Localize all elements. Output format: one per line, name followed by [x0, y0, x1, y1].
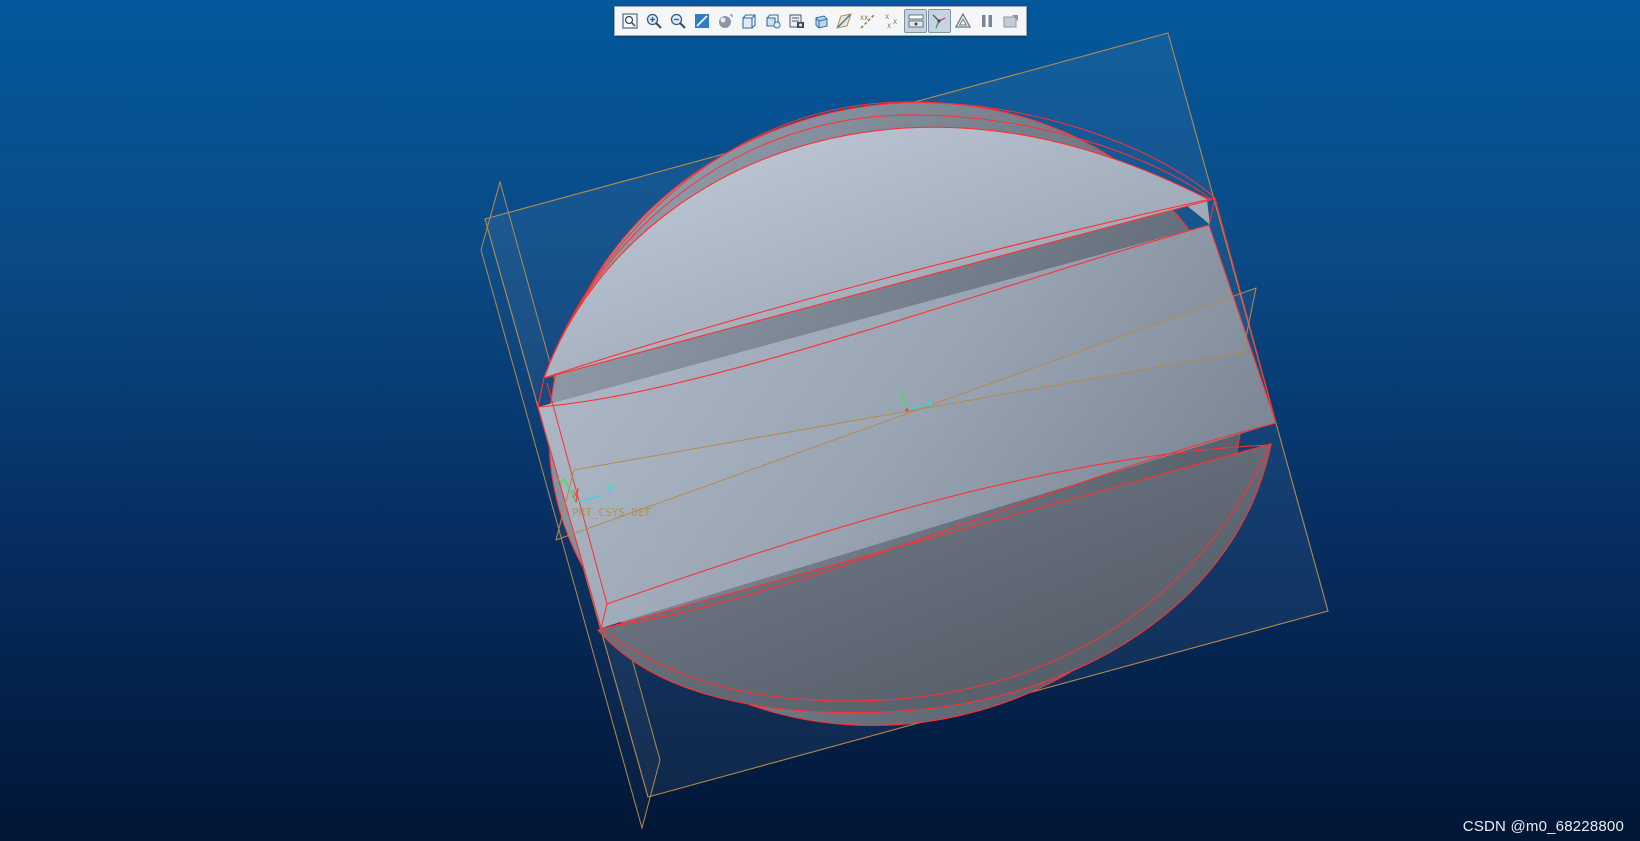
watermark: CSDN @m0_68228800	[1462, 818, 1624, 835]
refit-icon	[622, 13, 638, 29]
snapshot-button[interactable]	[785, 9, 808, 33]
view-manager-button[interactable]	[762, 9, 785, 33]
zoom-in-button[interactable]	[643, 9, 666, 33]
snapshot-icon	[789, 14, 804, 28]
repaint-button[interactable]	[690, 9, 713, 33]
graphics-viewport[interactable]: Z Y X PRT_CSYS_DEF XX X X X CSDN @m0_682…	[0, 0, 1640, 841]
csys-display-button[interactable]	[904, 9, 927, 33]
annotation-display-button[interactable]	[927, 9, 951, 33]
plane-display-icon	[836, 13, 853, 29]
spin-center-button[interactable]	[999, 9, 1022, 33]
pause-button[interactable]	[975, 9, 998, 33]
perspective-view-button[interactable]	[809, 9, 832, 33]
triangle-icon	[955, 12, 972, 28]
orientation-triangle-button[interactable]	[952, 9, 975, 33]
model-scene[interactable]: Z Y X PRT_CSYS_DEF	[0, 0, 1640, 841]
csys-axis-y-label: Y	[557, 478, 565, 489]
repaint-icon	[694, 14, 709, 28]
display-style-icon	[719, 14, 733, 28]
display-style-button[interactable]	[714, 9, 737, 33]
annotation-display-icon	[932, 14, 946, 29]
point-display-icon: XXX	[885, 14, 897, 30]
zoom-in-icon	[646, 13, 662, 29]
refit-button[interactable]	[619, 9, 642, 33]
csys-name-label: PRT_CSYS_DEF	[572, 506, 651, 519]
pause-icon	[981, 15, 992, 27]
svg-text:X: X	[885, 14, 889, 21]
axis-display-button[interactable]: XX	[857, 9, 880, 33]
point-display-button[interactable]: XXX	[880, 9, 903, 33]
zoom-out-icon	[670, 13, 686, 29]
svg-text:X: X	[887, 23, 891, 30]
spin-center-icon	[1003, 15, 1018, 28]
svg-text:XX: XX	[860, 15, 868, 22]
view-manager-icon	[766, 14, 781, 29]
saved-orientations-icon	[742, 14, 756, 29]
plane-display-button[interactable]	[833, 9, 856, 33]
csys-axis-z-label: Z	[606, 484, 614, 497]
perspective-view-icon	[815, 15, 827, 29]
view-toolbar: XX XXX	[614, 6, 1027, 36]
csys-axis-x-label: X	[572, 490, 579, 501]
zoom-out-button[interactable]	[667, 9, 690, 33]
svg-text:X: X	[893, 19, 897, 26]
saved-orientations-button[interactable]	[738, 9, 761, 33]
axis-display-icon: XX	[860, 13, 876, 29]
csys-display-icon	[908, 14, 923, 28]
